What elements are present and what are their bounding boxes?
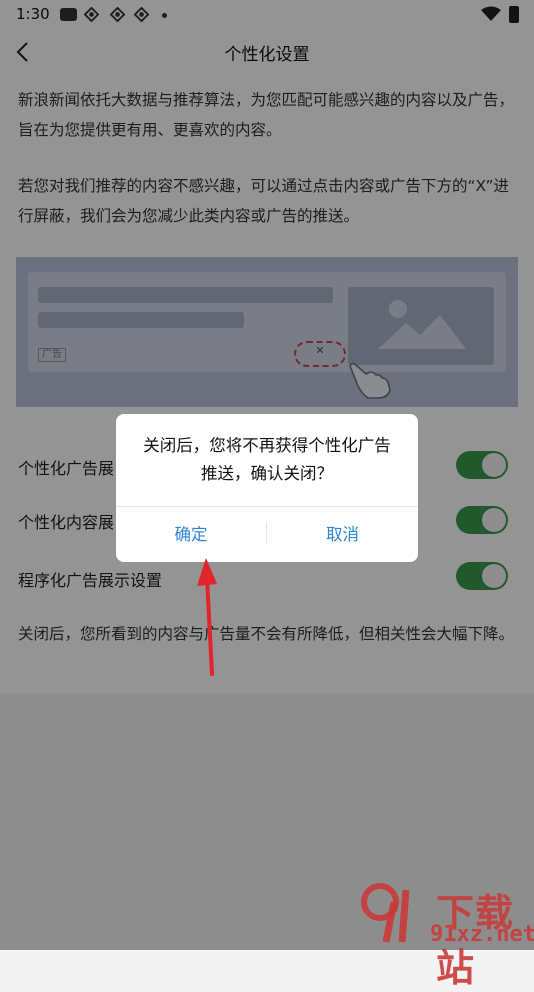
confirm-button[interactable]: 确定 xyxy=(116,507,266,562)
watermark-domain: 91xz.net xyxy=(430,922,534,947)
dialog-message: 关闭后，您将不再获得个性化广告推送，确认关闭？ xyxy=(143,436,391,483)
cancel-button[interactable]: 取消 xyxy=(267,507,418,562)
site-logo-icon xyxy=(361,883,410,943)
red-arrow-annotation-icon xyxy=(197,558,217,676)
confirm-dialog: 关闭后，您将不再获得个性化广告推送，确认关闭？ 确定 取消 xyxy=(116,414,418,562)
